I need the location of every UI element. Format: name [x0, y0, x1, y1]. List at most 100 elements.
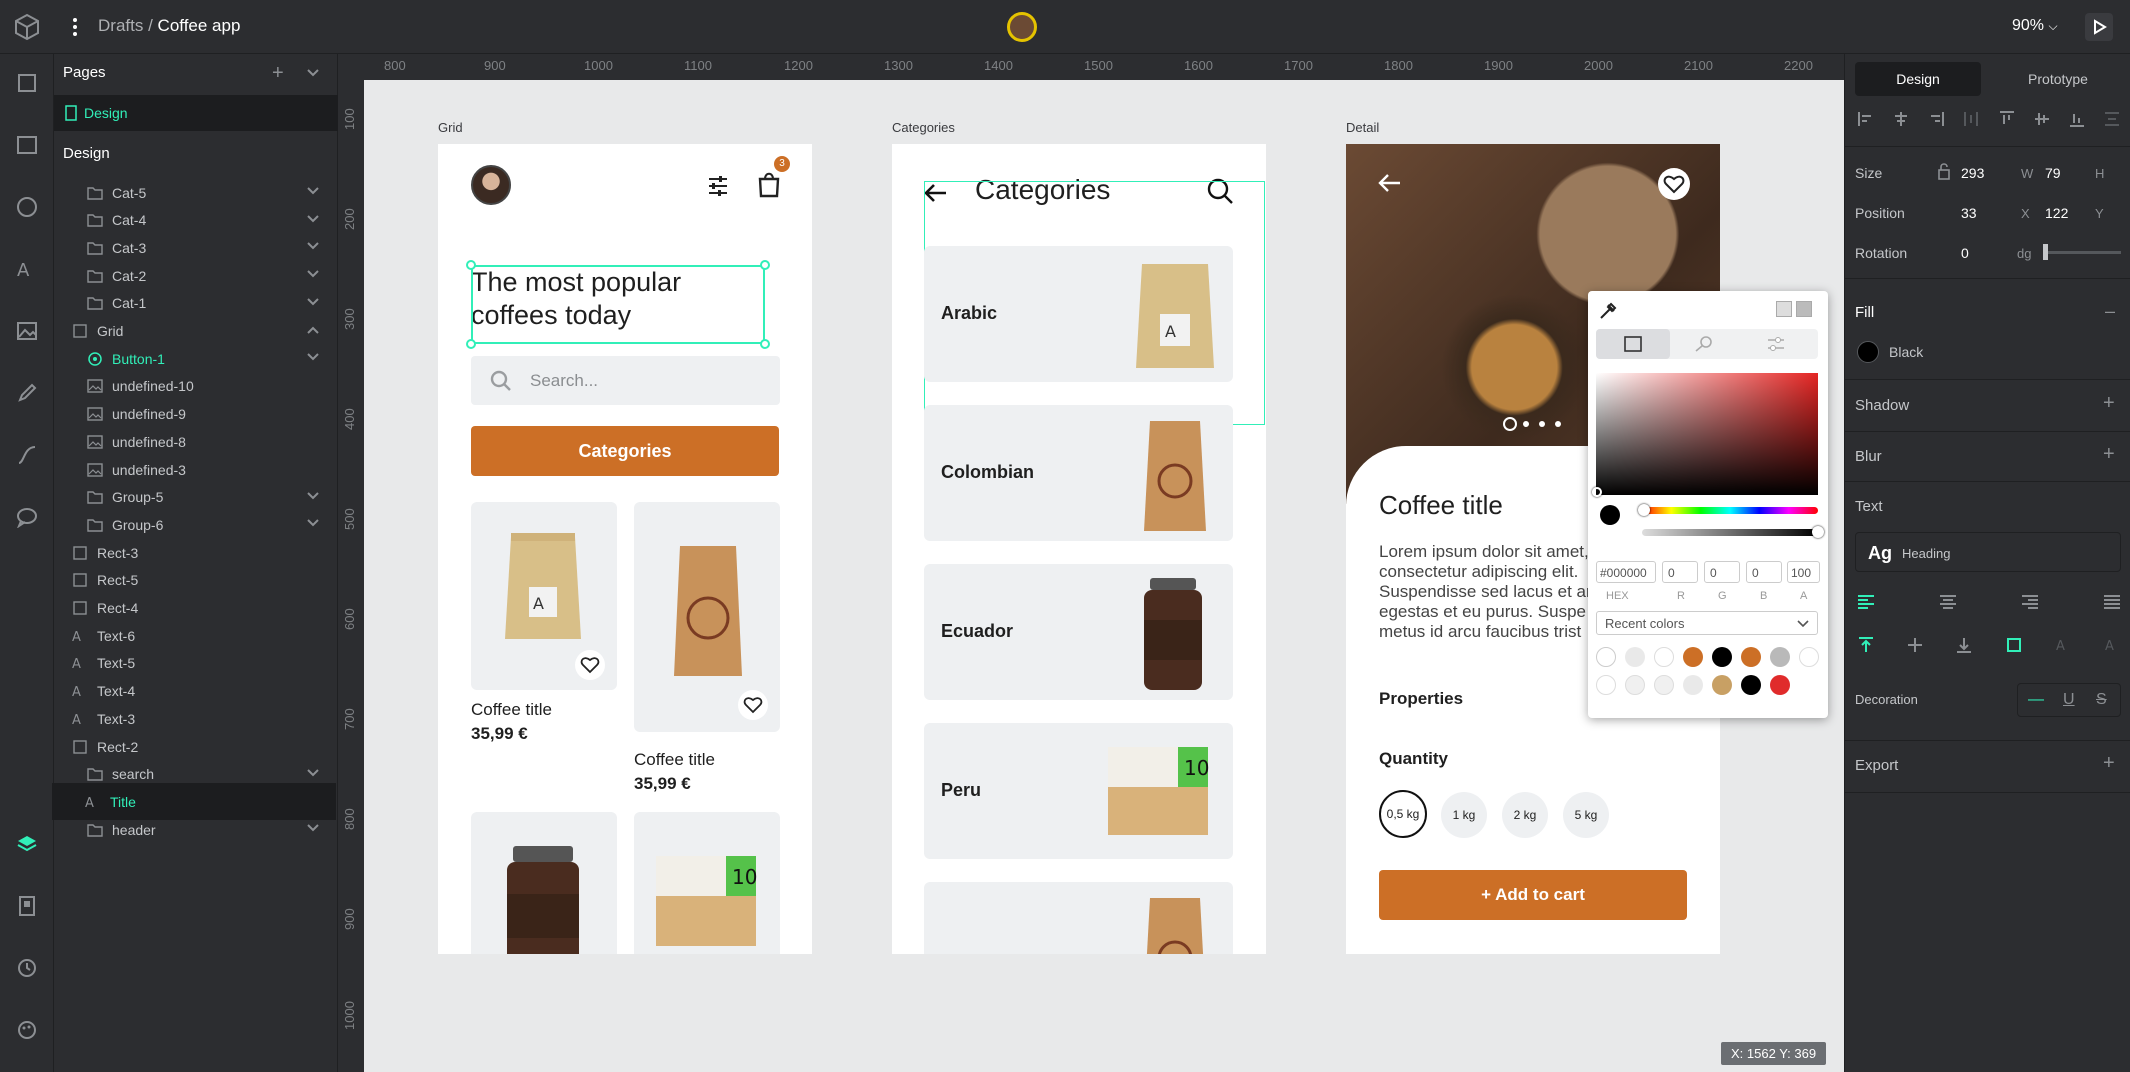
hex-input[interactable]: #000000 — [1596, 561, 1656, 583]
eyedropper-icon[interactable] — [1598, 301, 1618, 321]
size-option[interactable]: 1 kg — [1441, 792, 1487, 838]
text-align-left-icon[interactable] — [1857, 594, 1875, 610]
text-align-right-icon[interactable] — [2021, 594, 2039, 610]
grow-width-icon[interactable]: A — [2054, 636, 2072, 654]
selection-handle[interactable] — [466, 339, 476, 349]
underline-icon[interactable]: U — [2063, 691, 2075, 709]
fill-color-swatch[interactable] — [1857, 341, 1879, 363]
chevron-down-icon[interactable] — [306, 823, 320, 833]
product-card[interactable] — [471, 812, 617, 954]
lock-ratio-icon[interactable] — [1937, 162, 1951, 180]
hue-slider[interactable] — [1642, 507, 1818, 514]
height-input[interactable]: 79 — [2045, 165, 2061, 181]
layers-icon[interactable] — [13, 830, 41, 858]
chevron-down-icon[interactable] — [306, 241, 320, 251]
color-library-icon[interactable] — [1596, 647, 1616, 667]
align-right-icon[interactable] — [1927, 110, 1945, 128]
assets-icon[interactable] — [13, 892, 41, 920]
rectangle-tool-icon[interactable] — [13, 131, 41, 159]
category-card[interactable]: Arabic A — [924, 246, 1233, 382]
typography-style[interactable]: Ag Heading — [1855, 532, 2121, 572]
color-swatch[interactable] — [1799, 647, 1819, 667]
size-option[interactable]: 2 kg — [1502, 792, 1548, 838]
rotation-input[interactable]: 0 — [1961, 245, 1969, 261]
avatar[interactable] — [471, 165, 511, 205]
color-swatch[interactable] — [1712, 675, 1732, 695]
add-blur-icon[interactable]: + — [2103, 443, 2115, 466]
width-input[interactable]: 293 — [1961, 165, 1984, 181]
alpha-slider[interactable] — [1642, 529, 1818, 536]
text-align-justify-icon[interactable] — [2103, 594, 2121, 610]
category-card[interactable]: Ecuador — [924, 564, 1233, 700]
blue-input[interactable]: 0 — [1746, 561, 1782, 583]
pencil-tool-icon[interactable] — [13, 379, 41, 407]
product-card[interactable]: 10 — [634, 812, 780, 954]
history-icon[interactable] — [13, 954, 41, 982]
grow-height-icon[interactable]: A — [2103, 636, 2121, 654]
color-swatch[interactable] — [1741, 675, 1761, 695]
distribute-v-icon[interactable] — [2103, 110, 2121, 128]
red-input[interactable]: 0 — [1662, 561, 1698, 583]
play-button[interactable] — [2085, 13, 2113, 41]
grow-fixed-icon[interactable] — [2005, 636, 2023, 654]
solid-mode-tab[interactable] — [1596, 329, 1670, 359]
path-tool-icon[interactable] — [13, 441, 41, 469]
board-grid[interactable]: 3 The most popular coffees today Search.… — [438, 144, 812, 954]
selection-handle[interactable] — [760, 260, 770, 270]
category-card[interactable] — [924, 882, 1233, 954]
search-field[interactable]: Search... — [471, 356, 780, 405]
rotation-handle[interactable] — [2043, 244, 2048, 260]
chevron-down-icon[interactable] — [306, 214, 320, 224]
palette-view-icon[interactable] — [1776, 301, 1792, 317]
layer-item[interactable]: header — [54, 811, 330, 848]
align-left-icon[interactable] — [1857, 110, 1875, 128]
color-swatch[interactable] — [1741, 647, 1761, 667]
sliders-mode-icon[interactable] — [1766, 336, 1786, 352]
chevron-up-icon[interactable] — [306, 325, 320, 335]
main-menu-icon[interactable] — [62, 14, 88, 40]
zoom-selector[interactable]: 90% ⌵ — [2012, 17, 2058, 35]
color-swatch[interactable] — [1770, 647, 1790, 667]
page-item-design[interactable]: Design — [54, 95, 338, 131]
valign-middle-icon[interactable] — [1906, 636, 1924, 654]
board-categories[interactable]: Categories Arabic A Colombian Ecuador Pe… — [892, 144, 1266, 954]
color-palette-icon[interactable] — [13, 1016, 41, 1044]
category-card[interactable]: Peru 10 — [924, 723, 1233, 859]
color-picker[interactable]: #000000 0 0 0 100 HEX R G B A Recent col… — [1588, 291, 1828, 718]
y-input[interactable]: 122 — [2045, 205, 2068, 221]
x-input[interactable]: 33 — [1961, 205, 1977, 221]
saturation-handle[interactable] — [1592, 487, 1602, 497]
alpha-handle[interactable] — [1812, 526, 1824, 538]
app-logo-icon[interactable] — [12, 12, 42, 42]
selection-handle[interactable] — [466, 260, 476, 270]
no-decoration-icon[interactable]: — — [2028, 691, 2044, 709]
fill-color-name[interactable]: Black — [1889, 344, 1923, 360]
color-swatch[interactable] — [1625, 647, 1645, 667]
hue-handle[interactable] — [1638, 504, 1650, 516]
product-card[interactable] — [634, 502, 780, 732]
board-tool-icon[interactable] — [13, 69, 41, 97]
color-swatch[interactable] — [1654, 675, 1674, 695]
tab-prototype[interactable]: Prototype — [1995, 62, 2121, 96]
strikethrough-icon[interactable]: S — [2096, 691, 2107, 709]
chevron-down-icon[interactable] — [306, 518, 320, 528]
size-option-selected[interactable]: 0,5 kg — [1379, 790, 1427, 838]
selection-box[interactable] — [471, 265, 765, 344]
cart-icon[interactable] — [756, 170, 782, 198]
text-align-center-icon[interactable] — [1939, 594, 1957, 610]
chevron-down-icon[interactable] — [306, 186, 320, 196]
color-swatch[interactable] — [1683, 675, 1703, 695]
remove-fill-icon[interactable]: – — [2105, 301, 2115, 322]
ellipse-tool-icon[interactable] — [13, 193, 41, 221]
picker-mode-tabs[interactable] — [1596, 329, 1818, 359]
saturation-area[interactable] — [1596, 373, 1818, 495]
color-swatch[interactable] — [1625, 675, 1645, 695]
chevron-down-icon[interactable] — [306, 491, 320, 501]
categories-button[interactable]: Categories — [471, 426, 779, 476]
add-page-icon[interactable]: + — [272, 63, 284, 83]
chevron-down-icon[interactable] — [306, 297, 320, 307]
carousel-dots[interactable] — [1502, 416, 1562, 432]
selection-handle[interactable] — [760, 339, 770, 349]
board-label-grid[interactable]: Grid — [438, 120, 463, 135]
align-center-v-icon[interactable] — [2033, 110, 2051, 128]
